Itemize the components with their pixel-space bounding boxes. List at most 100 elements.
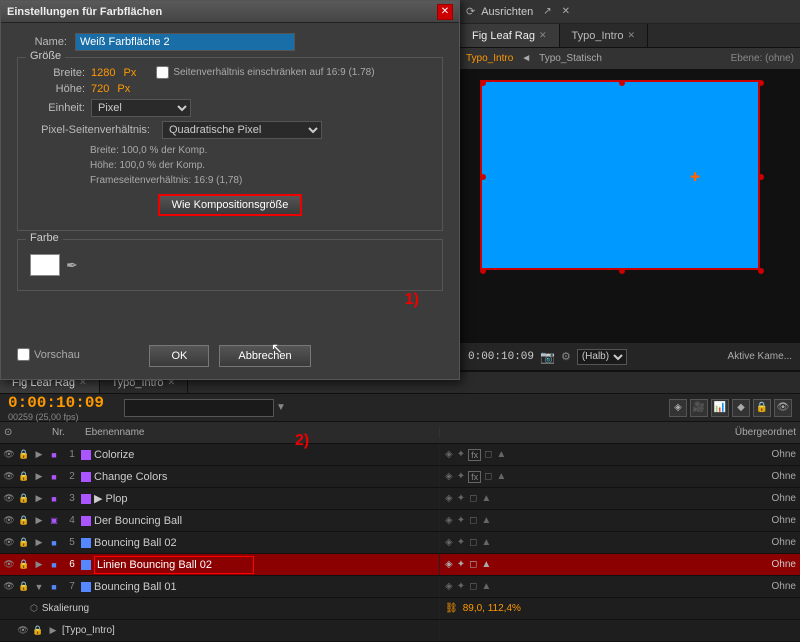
close-icon[interactable]: ✕ — [437, 4, 453, 20]
lock-icon[interactable]: 🔒 — [17, 470, 31, 484]
solo-icon[interactable]: ◈ — [444, 449, 454, 460]
fx-badge[interactable]: fx — [468, 471, 481, 483]
info-text-block: Breite: 100,0 % der Komp. Höhe: 100,0 % … — [90, 143, 430, 188]
timecode-display[interactable]: 0:00:10:09 — [8, 394, 104, 412]
adjust-icon[interactable]: ▲ — [480, 581, 492, 592]
lock-icon[interactable]: 🔒 — [17, 580, 31, 594]
einheit-select[interactable]: Pixel — [91, 99, 191, 117]
solo-icon[interactable]: ◈ — [444, 515, 454, 526]
color-swatch[interactable] — [30, 254, 60, 276]
camera-icon[interactable]: 📷 — [540, 350, 555, 364]
eye-icon[interactable]: 👁 — [2, 580, 16, 594]
expand-icon[interactable]: ▶ — [32, 492, 46, 506]
tab-typointro-label: Typo_Intro — [572, 30, 624, 42]
corner-dot-mr — [758, 174, 764, 180]
motion-icon[interactable]: ◻ — [468, 493, 478, 504]
eyedropper-icon[interactable]: ✒ — [66, 257, 78, 274]
expand-icon[interactable]: ▶ — [46, 624, 60, 638]
expand-icon[interactable]: ▶ — [32, 558, 46, 572]
expand-icon[interactable]: ▶ — [32, 470, 46, 484]
ok-button[interactable]: OK — [149, 345, 209, 367]
lock-icon[interactable]: 🔒 — [17, 514, 31, 528]
layer-name: Bouncing Ball 01 — [94, 581, 437, 593]
search-dropdown-icon[interactable]: ▼ — [276, 402, 286, 413]
layer-color-dot — [81, 582, 91, 592]
expand-icon[interactable]: ▶ — [32, 448, 46, 462]
motion-icon[interactable]: ◻ — [483, 471, 493, 482]
expand-icon[interactable]: ↗ — [543, 6, 551, 17]
right-tab-figleafrag[interactable]: Fig Leaf Rag ✕ — [460, 24, 560, 47]
lock-icon[interactable]: 🔒 — [31, 624, 45, 638]
corner-dot-bl — [480, 268, 486, 274]
eye-icon[interactable]: 👁 — [2, 492, 16, 506]
name-input[interactable] — [75, 33, 295, 51]
close-icon-right[interactable]: ✕ — [562, 6, 570, 17]
solo-icon[interactable]: ◈ — [444, 493, 454, 504]
star-icon[interactable]: ✦ — [456, 581, 466, 592]
lock-icon[interactable]: 🔒 — [17, 448, 31, 462]
adjust-icon[interactable]: ▲ — [480, 515, 492, 526]
skalierung-left: ⬡ Skalierung — [0, 598, 440, 619]
layer-name-input[interactable] — [94, 556, 254, 574]
solo-icon[interactable]: ◈ — [444, 537, 454, 548]
right-tab-typointro-close[interactable]: ✕ — [628, 30, 636, 41]
tl-icon-marker[interactable]: ◆ — [732, 399, 750, 417]
eye-icon[interactable]: 👁 — [2, 448, 16, 462]
farbe-section: Farbe ✒ — [17, 239, 443, 291]
checkbox-seitenverhaeltnis[interactable]: Seitenverhältnis einschränken auf 16:9 (… — [156, 66, 374, 79]
star-icon[interactable]: ✦ — [456, 515, 466, 526]
timeline-header-left: ⊙ Nr. Ebenenname — [0, 427, 440, 438]
solo-icon[interactable]: ◈ — [444, 471, 454, 482]
settings-icon[interactable]: ⚙ — [561, 350, 571, 363]
star-icon[interactable]: ✦ — [456, 537, 466, 548]
corner-dot-tl — [480, 80, 486, 86]
timeline-search-input[interactable] — [124, 399, 274, 417]
info-hoehe: Höhe: 100,0 % der Komp. — [90, 158, 430, 173]
star-icon[interactable]: ✦ — [456, 471, 466, 482]
tl-icon-camera[interactable]: 🎥 — [690, 399, 708, 417]
expand-icon[interactable]: ▶ — [32, 536, 46, 550]
star-icon[interactable]: ✦ — [456, 449, 466, 460]
eye-icon[interactable]: 👁 — [2, 558, 16, 572]
pixel-sv-select[interactable]: Quadratische Pixel — [162, 121, 322, 139]
star-icon[interactable]: ✦ — [456, 559, 466, 570]
adjust-icon[interactable]: ▲ — [480, 493, 492, 504]
right-tab-typointro[interactable]: Typo_Intro ✕ — [560, 24, 649, 47]
star-icon[interactable]: ✦ — [456, 493, 466, 504]
seitenverhaeltnis-checkbox[interactable] — [156, 66, 169, 79]
eye-icon[interactable]: 👁 — [16, 624, 30, 638]
tl-icon-solo[interactable]: ◈ — [669, 399, 687, 417]
solo-icon[interactable]: ◈ — [444, 581, 454, 592]
adjust-icon[interactable]: ▲ — [495, 449, 507, 460]
motion-icon[interactable]: ◻ — [468, 515, 478, 526]
wie-kompositionsgroesse-button[interactable]: Wie Kompositionsgröße — [158, 194, 303, 216]
lock-icon[interactable]: 🔒 — [17, 558, 31, 572]
eye-icon[interactable]: 👁 — [2, 514, 16, 528]
expand-icon[interactable]: ▶ — [32, 514, 46, 528]
link-icon[interactable]: ⛓ — [444, 603, 459, 614]
quality-select[interactable]: (Halb) — [577, 349, 627, 365]
tl-icon-eye[interactable]: 👁 — [774, 399, 792, 417]
layer-color-dot — [81, 560, 91, 570]
motion-icon[interactable]: ◻ — [468, 559, 478, 570]
lock-icon[interactable]: 🔒 — [17, 492, 31, 506]
right-tab-figleafrag-close[interactable]: ✕ — [539, 30, 547, 41]
solo-icon[interactable]: ◈ — [444, 559, 454, 570]
layer-icons-5: 👁 🔒 ▶ ■ — [2, 536, 61, 550]
cancel-button[interactable]: Abbrechen — [219, 345, 310, 367]
timeline-header-right: Übergeordnet — [440, 427, 800, 438]
adjust-icon[interactable]: ▲ — [495, 471, 507, 482]
adjust-icon[interactable]: ▲ — [480, 537, 492, 548]
tl-icon-lock[interactable]: 🔒 — [753, 399, 771, 417]
tl-icon-graph[interactable]: 📊 — [711, 399, 729, 417]
expand-icon[interactable]: ▼ — [32, 580, 46, 594]
lock-icon[interactable]: 🔒 — [17, 536, 31, 550]
eye-icon[interactable]: 👁 — [2, 536, 16, 550]
fx-badge[interactable]: fx — [468, 449, 481, 461]
eye-icon[interactable]: 👁 — [2, 470, 16, 484]
motion-icon[interactable]: ◻ — [468, 537, 478, 548]
farbe-label: Farbe — [26, 232, 63, 244]
motion-icon[interactable]: ◻ — [468, 581, 478, 592]
motion-icon[interactable]: ◻ — [483, 449, 493, 460]
adjust-icon[interactable]: ▲ — [480, 559, 492, 570]
